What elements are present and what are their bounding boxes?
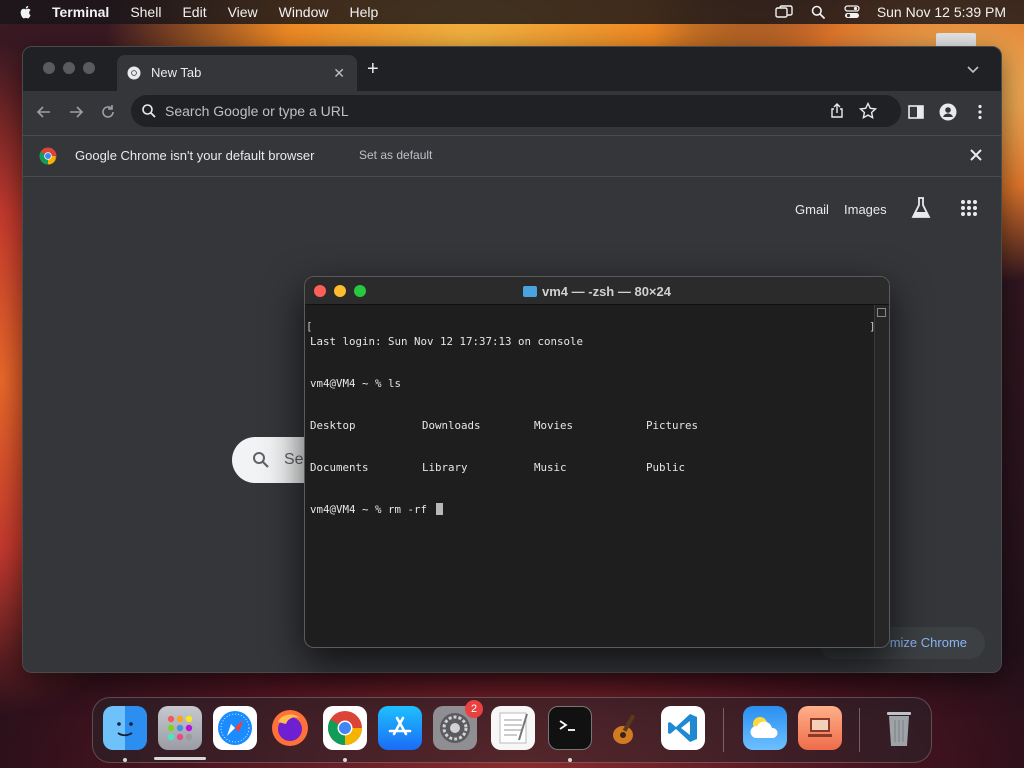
control-center-icon[interactable]	[843, 4, 861, 20]
ls-entry: Movies	[534, 419, 574, 432]
forward-arrow-icon[interactable]	[67, 103, 85, 121]
tab-strip: New Tab ✕ +	[23, 47, 1001, 91]
ls-entry: Public	[646, 461, 686, 474]
folder-icon	[523, 286, 537, 297]
chrome-favicon-icon	[127, 66, 141, 80]
menu-view[interactable]: View	[228, 0, 258, 24]
search-icon	[253, 452, 269, 468]
terminal-line: vm4@VM4 ~ % rm -rf	[310, 503, 434, 516]
new-tab-plus-icon[interactable]: +	[367, 59, 379, 79]
terminal-icon[interactable]	[548, 706, 592, 750]
screen-sharing-icon[interactable]	[798, 706, 842, 750]
tab-search-chevron-icon[interactable]	[967, 63, 979, 75]
terminal-current-line: vm4@VM4 ~ % rm -rf	[310, 503, 870, 517]
tab-close-icon[interactable]: ✕	[333, 65, 345, 82]
chrome-icon[interactable]	[323, 706, 367, 750]
system-settings-icon[interactable]: 2	[433, 700, 483, 750]
menu-help[interactable]: Help	[349, 0, 378, 24]
terminal-scrollbar[interactable]	[874, 305, 889, 647]
terminal-title: vm4 — -zsh — 80×24	[305, 284, 889, 299]
chrome-running-indicator	[343, 758, 347, 762]
spotlight-search-icon[interactable]	[809, 4, 827, 20]
search-icon	[142, 104, 156, 118]
side-panel-icon[interactable]	[907, 103, 925, 121]
window-minimize-button[interactable]	[63, 62, 75, 74]
terminal-title-text: vm4 — -zsh — 80×24	[542, 284, 671, 299]
menu-shell[interactable]: Shell	[130, 0, 161, 24]
terminal-line: Last login: Sun Nov 12 17:37:13 on conso…	[310, 335, 584, 348]
menu-clock[interactable]: Sun Nov 12 5:39 PM	[877, 4, 1006, 20]
default-browser-infobar: Google Chrome isn't your default browser…	[23, 135, 1001, 177]
infobar-message: Google Chrome isn't your default browser	[75, 148, 315, 163]
ls-entry: Music	[534, 461, 567, 474]
dock: 2	[92, 697, 932, 763]
launchpad-running-indicator	[154, 757, 206, 760]
menu-bar: Terminal Shell Edit View Window Help Sun…	[0, 0, 1024, 24]
notification-badge: 2	[465, 700, 483, 718]
google-apps-grid-icon[interactable]	[960, 199, 978, 217]
textedit-icon[interactable]	[491, 706, 535, 750]
apple-icon[interactable]	[18, 4, 34, 20]
ls-output-row: Desktop Downloads Movies Pictures	[310, 419, 870, 433]
tab-title: New Tab	[151, 65, 202, 80]
gmail-link[interactable]: Gmail	[795, 202, 829, 217]
customize-chrome-label: mize Chrome	[889, 635, 967, 650]
ls-entry: Library	[422, 461, 468, 474]
menu-edit[interactable]: Edit	[182, 0, 206, 24]
images-link[interactable]: Images	[844, 202, 887, 217]
vscode-icon[interactable]	[661, 706, 705, 750]
trash-icon[interactable]	[877, 706, 921, 750]
tab-new-tab[interactable]: New Tab ✕	[117, 55, 357, 91]
more-menu-icon[interactable]	[971, 103, 989, 121]
terminal-running-indicator	[568, 758, 572, 762]
ls-entry: Documents	[310, 461, 369, 474]
terminal-line: vm4@VM4 ~ % ls	[310, 377, 402, 390]
finder-icon[interactable]	[103, 706, 147, 750]
menu-window[interactable]: Window	[279, 0, 329, 24]
dock-separator	[859, 708, 860, 752]
ls-output-row: Documents Library Music Public	[310, 461, 870, 475]
share-icon[interactable]	[829, 103, 845, 119]
address-bar-placeholder: Search Google or type a URL	[165, 103, 349, 119]
ls-entry: Downloads	[422, 419, 481, 432]
safari-icon[interactable]	[213, 706, 257, 750]
address-bar[interactable]: Search Google or type a URL	[131, 95, 901, 127]
ls-entry: Pictures	[646, 419, 699, 432]
window-close-button[interactable]	[43, 62, 55, 74]
set-as-default-button[interactable]: Set as default	[359, 148, 432, 162]
screen-mirroring-icon[interactable]	[775, 4, 793, 20]
labs-flask-icon[interactable]	[910, 196, 932, 220]
google-search-placeholder: Se	[284, 451, 304, 468]
profile-avatar-icon[interactable]	[939, 103, 957, 121]
window-zoom-button[interactable]	[83, 62, 95, 74]
garageband-icon[interactable]	[605, 706, 649, 750]
back-arrow-icon[interactable]	[35, 103, 53, 121]
menu-app-name[interactable]: Terminal	[52, 0, 109, 24]
ls-entry: Desktop	[310, 419, 356, 432]
chrome-logo-icon	[39, 147, 57, 165]
weather-icon[interactable]	[743, 706, 787, 750]
scroll-button-icon[interactable]	[877, 308, 886, 317]
infobar-close-icon[interactable]	[969, 148, 983, 162]
app-store-icon[interactable]	[378, 706, 422, 750]
reload-icon[interactable]	[99, 103, 117, 121]
finder-running-indicator	[123, 758, 127, 762]
terminal-window: vm4 — -zsh — 80×24 Last login: Sun Nov 1…	[304, 276, 890, 648]
firefox-icon[interactable]	[268, 706, 312, 750]
terminal-output[interactable]: Last login: Sun Nov 12 17:37:13 on conso…	[310, 307, 870, 642]
mark-bracket-left: [	[306, 320, 313, 333]
bookmark-star-icon[interactable]	[859, 102, 877, 120]
terminal-titlebar[interactable]: vm4 — -zsh — 80×24	[305, 277, 889, 305]
text-cursor	[435, 503, 443, 515]
dock-separator	[723, 708, 724, 752]
launchpad-icon[interactable]	[158, 706, 202, 750]
